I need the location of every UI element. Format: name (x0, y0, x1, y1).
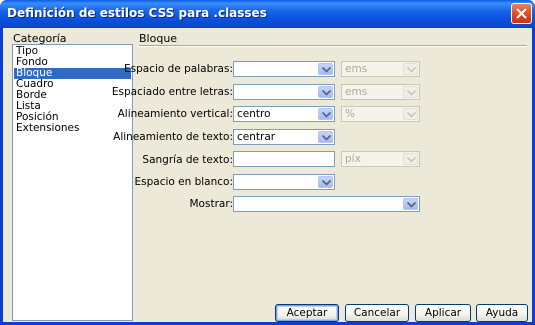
panel-title: Bloque (139, 32, 178, 45)
letter-spacing-unit-select: ems (341, 84, 420, 100)
accept-button[interactable]: Aceptar (275, 304, 339, 322)
vertical-align-value: centro (237, 108, 271, 120)
display-select[interactable] (233, 196, 420, 212)
vertical-align-label: Alineamiento vertical: (117, 108, 233, 120)
chevron-down-icon[interactable] (318, 176, 333, 188)
vertical-align-select[interactable]: centro (233, 106, 335, 122)
chevron-down-icon[interactable] (318, 131, 333, 143)
text-indent-input[interactable] (233, 151, 335, 167)
close-button[interactable] (511, 3, 532, 24)
help-button[interactable]: Ayuda (476, 304, 528, 322)
chevron-down-icon (403, 63, 418, 75)
text-indent-unit: píx (345, 153, 361, 165)
cancel-button[interactable]: Cancelar (345, 304, 409, 322)
chevron-down-icon (403, 108, 418, 120)
word-spacing-unit-select: ems (341, 61, 420, 77)
display-label: Mostrar: (189, 198, 234, 210)
letter-spacing-unit: ems (345, 86, 368, 98)
close-icon (516, 8, 527, 19)
letter-spacing-label: Espaciado entre letras: (111, 86, 233, 98)
word-spacing-select[interactable] (233, 61, 335, 77)
dialog-window: Definición de estilos CSS para .classes … (0, 0, 535, 325)
chevron-down-icon[interactable] (318, 63, 333, 75)
apply-button[interactable]: Aplicar (415, 304, 471, 322)
white-space-label: Espacio en blanco: (134, 176, 233, 188)
text-indent-unit-select: píx (341, 151, 420, 167)
text-align-select[interactable]: centrar (233, 129, 335, 145)
panel-divider (139, 45, 527, 47)
chevron-down-icon[interactable] (318, 108, 333, 120)
chevron-down-icon[interactable] (403, 198, 418, 210)
chevron-down-icon (403, 86, 418, 98)
title-bar[interactable]: Definición de estilos CSS para .classes (0, 0, 535, 28)
word-spacing-label: Espacio de palabras: (124, 63, 233, 75)
dialog-body: Categoría Tipo Fondo Bloque Cuadro Borde… (3, 28, 532, 322)
word-spacing-unit: ems (345, 63, 368, 75)
chevron-down-icon[interactable] (318, 86, 333, 98)
letter-spacing-select[interactable] (233, 84, 335, 100)
vertical-align-unit-select: % (341, 106, 420, 122)
window-title: Definición de estilos CSS para .classes (7, 6, 267, 20)
vertical-align-unit: % (345, 108, 355, 120)
text-indent-label: Sangría de texto: (142, 154, 233, 166)
white-space-select[interactable] (233, 174, 335, 190)
text-align-label: Alineamiento de texto: (113, 131, 233, 143)
text-align-value: centrar (237, 131, 276, 143)
chevron-down-icon (403, 153, 418, 165)
